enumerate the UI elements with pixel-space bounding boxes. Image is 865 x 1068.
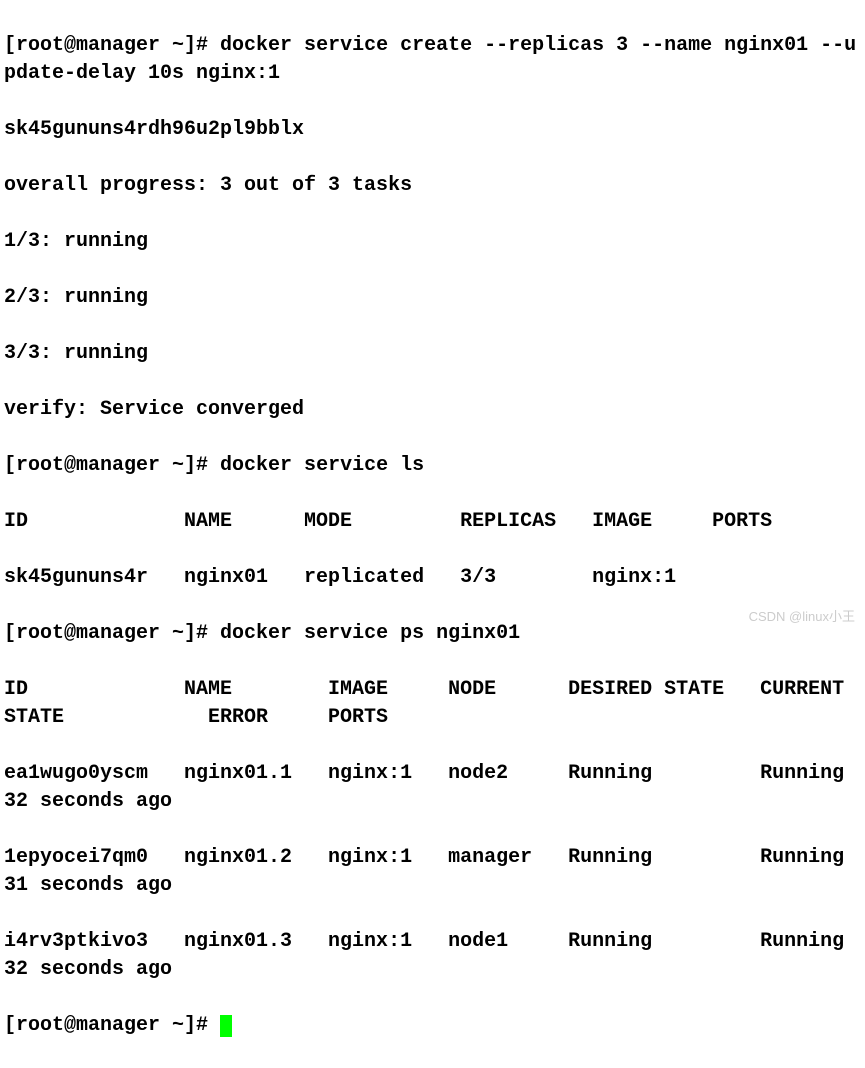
cursor-icon (220, 1015, 232, 1037)
cmd-ps: docker service ps nginx01 (220, 622, 520, 645)
output-task1: 1/3: running (4, 228, 861, 256)
output-verify: verify: Service converged (4, 396, 861, 424)
prompt-line-active[interactable]: [root@manager ~]# (4, 1012, 861, 1040)
shell-prompt: [root@manager ~]# (4, 1014, 220, 1037)
watermark-text: CSDN @linux小王 (749, 608, 855, 626)
output-service-id: sk45gununs4rdh96u2pl9bblx (4, 116, 861, 144)
output-task3: 3/3: running (4, 340, 861, 368)
shell-prompt: [root@manager ~]# (4, 34, 220, 57)
ps-row3: i4rv3ptkivo3 nginx01.3 nginx:1 node1 Run… (4, 928, 861, 984)
cmd-line-ps: [root@manager ~]# docker service ps ngin… (4, 620, 861, 648)
shell-prompt: [root@manager ~]# (4, 454, 220, 477)
ls-header: ID NAME MODE REPLICAS IMAGE PORTS (4, 508, 861, 536)
output-task2: 2/3: running (4, 284, 861, 312)
terminal-output[interactable]: [root@manager ~]# docker service create … (4, 4, 861, 1068)
shell-prompt: [root@manager ~]# (4, 622, 220, 645)
ps-row2: 1epyocei7qm0 nginx01.2 nginx:1 manager R… (4, 844, 861, 900)
cmd-ls: docker service ls (220, 454, 424, 477)
ps-header: ID NAME IMAGE NODE DESIRED STATE CURRENT… (4, 676, 861, 732)
cmd-line-create: [root@manager ~]# docker service create … (4, 32, 861, 88)
ls-row: sk45gununs4r nginx01 replicated 3/3 ngin… (4, 564, 861, 592)
ps-row1: ea1wugo0yscm nginx01.1 nginx:1 node2 Run… (4, 760, 861, 816)
cmd-line-ls: [root@manager ~]# docker service ls (4, 452, 861, 480)
output-progress: overall progress: 3 out of 3 tasks (4, 172, 861, 200)
